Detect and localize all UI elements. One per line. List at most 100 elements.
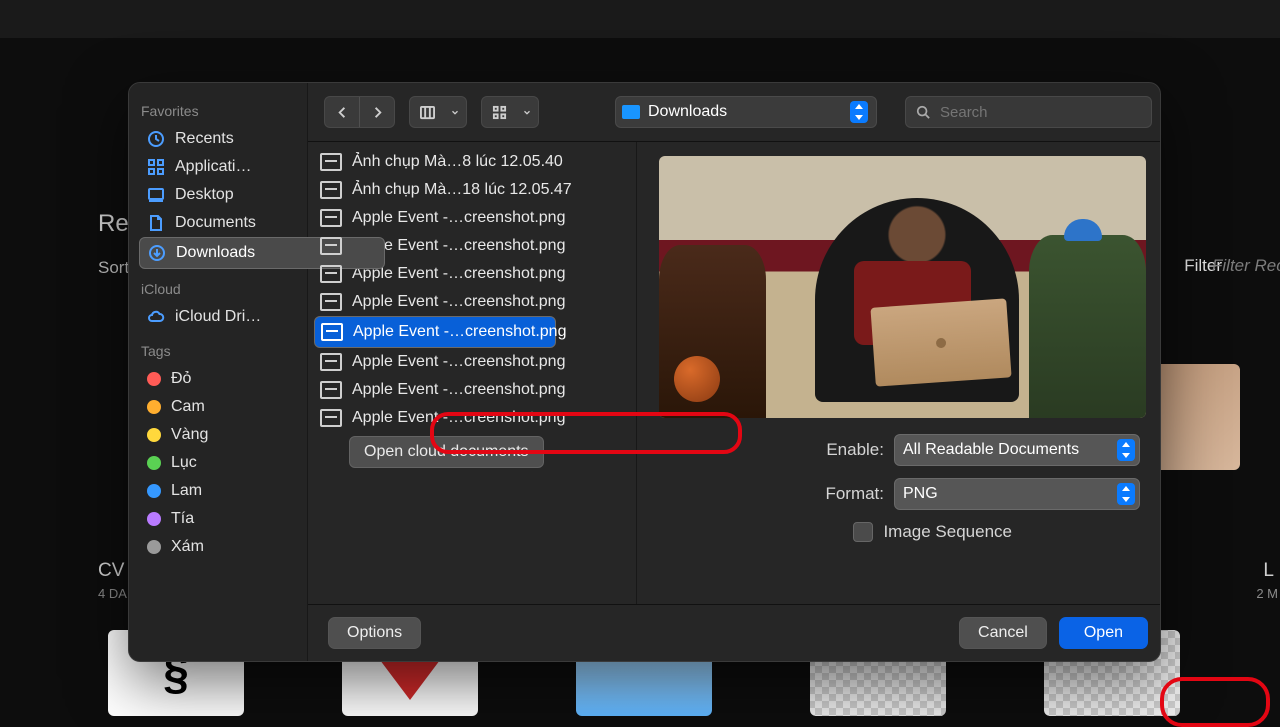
dialog-main: Downloads Ảnh chụp Mà…8 lúc 12.05.40Ảnh … (308, 83, 1161, 661)
doc-icon (147, 214, 165, 232)
options-button[interactable]: Options (328, 617, 421, 649)
image-file-icon (321, 323, 343, 341)
sidebar-item-label: Vàng (171, 426, 208, 444)
file-name: Apple Event -…creenshot.png (353, 323, 566, 341)
file-name: Ảnh chụp Mà…8 lúc 12.05.40 (352, 153, 563, 171)
image-file-icon (320, 237, 342, 255)
grid-icon[interactable] (482, 97, 516, 127)
sidebar-item-applicati-[interactable]: Applicati… (139, 153, 299, 181)
sidebar-item-label: Lam (171, 482, 202, 500)
file-row[interactable]: Apple Event -…creenshot.png (308, 376, 636, 404)
path-label: Downloads (648, 103, 727, 121)
sidebar-item-label: Documents (175, 214, 256, 232)
sidebar-head-favorites: Favorites (141, 103, 299, 119)
sidebar: Favorites Recents Applicati… Desktop Docume… (129, 83, 308, 661)
sidebar-item-label: Xám (171, 538, 204, 556)
tag-dot-icon (147, 400, 161, 414)
sidebar-item-label: Lục (171, 454, 197, 472)
tag-dot-icon (147, 428, 161, 442)
file-list[interactable]: Ảnh chụp Mà…8 lúc 12.05.40 Ảnh chụp Mà…18… (308, 142, 637, 604)
file-row[interactable]: Apple Event -…creenshot.png (308, 288, 636, 316)
sidebar-item-t-a[interactable]: Tía (139, 505, 299, 533)
stepper-icon (1117, 439, 1135, 461)
enable-label: Enable: (826, 440, 884, 460)
sidebar-item-lam[interactable]: Lam (139, 477, 299, 505)
sidebar-item-label: iCloud Dri… (175, 308, 261, 326)
clock-icon (147, 130, 165, 148)
sidebar-item-x-m[interactable]: Xám (139, 533, 299, 561)
file-row[interactable]: Apple Event -…creenshot.png (308, 404, 636, 432)
bg-filter-hint: Filter Rece (1212, 256, 1280, 276)
view-grid[interactable] (481, 96, 539, 128)
sidebar-item-label: Desktop (175, 186, 234, 204)
image-file-icon (320, 409, 342, 427)
enable-select[interactable]: All Readable Documents (894, 434, 1140, 466)
format-controls: Enable: All Readable Documents Format: P… (659, 434, 1146, 542)
format-value: PNG (903, 485, 938, 503)
columns-icon[interactable] (410, 97, 444, 127)
cancel-button[interactable]: Cancel (959, 617, 1047, 649)
file-name: Ảnh chụp Mà…18 lúc 12.05.47 (352, 181, 572, 199)
chevron-down-icon[interactable] (516, 97, 538, 127)
file-row[interactable]: Ảnh chụp Mà…18 lúc 12.05.47 (308, 176, 636, 204)
search-input[interactable] (938, 103, 1141, 122)
view-columns[interactable] (409, 96, 467, 128)
file-row[interactable]: Apple Event -…creenshot.png (314, 316, 556, 348)
bg-item1-sub: 4 DA (98, 586, 127, 601)
image-sequence-checkbox[interactable] (853, 522, 873, 542)
sidebar-head-icloud: iCloud (141, 281, 299, 297)
cloud-icon (147, 308, 165, 326)
file-name: Apple Event -…creenshot.png (352, 353, 565, 371)
file-row[interactable]: Apple Event -…creenshot.png (308, 348, 636, 376)
format-label: Format: (825, 484, 884, 504)
file-name: Apple Event -…creenshot.png (352, 381, 565, 399)
sidebar-item-l-c[interactable]: Lục (139, 449, 299, 477)
sidebar-item-label: Tía (171, 510, 194, 528)
image-file-icon (320, 265, 342, 283)
file-row[interactable]: Apple Event -…creenshot.png (308, 204, 636, 232)
tag-dot-icon (147, 540, 161, 554)
image-file-icon (320, 181, 342, 199)
tag-dot-icon (147, 372, 161, 386)
bg-item2-title: L (1263, 560, 1274, 582)
open-file-dialog: Favorites Recents Applicati… Desktop Docume… (128, 82, 1161, 662)
forward-button[interactable] (360, 97, 394, 127)
download-icon (148, 244, 166, 262)
dialog-footer: Options Cancel Open (308, 604, 1161, 661)
sidebar-item-v-ng[interactable]: Vàng (139, 421, 299, 449)
format-select[interactable]: PNG (894, 478, 1140, 510)
tag-dot-icon (147, 512, 161, 526)
nav-buttons (324, 96, 395, 128)
search-field[interactable] (905, 96, 1152, 128)
stepper-icon[interactable] (850, 101, 868, 123)
sidebar-item-label: Recents (175, 130, 234, 148)
open-button[interactable]: Open (1059, 617, 1148, 649)
sidebar-item-label: Applicati… (175, 158, 251, 176)
file-name: Apple Event -…creenshot.png (352, 265, 565, 283)
path-selector[interactable]: Downloads (615, 96, 877, 128)
image-sequence-label: Image Sequence (883, 522, 1012, 542)
folder-icon (622, 105, 640, 119)
file-name: Apple Event -…creenshot.png (352, 409, 565, 427)
open-cloud-button[interactable]: Open cloud documents (349, 436, 544, 468)
sidebar-item-cam[interactable]: Cam (139, 393, 299, 421)
sidebar-item-recents[interactable]: Recents (139, 125, 299, 153)
sidebar-item-documents[interactable]: Documents (139, 209, 299, 237)
file-row[interactable]: Ảnh chụp Mà…8 lúc 12.05.40 (308, 148, 636, 176)
preview-pane: Open cloud documents Enable: All Readabl… (637, 142, 1161, 604)
sidebar-item-desktop[interactable]: Desktop (139, 181, 299, 209)
sidebar-item-label: Đỏ (171, 370, 191, 388)
bg-item2-sub: 2 M (1256, 586, 1278, 601)
sidebar-item-label: Downloads (176, 244, 255, 262)
toolbar: Downloads (308, 83, 1161, 142)
image-file-icon (320, 353, 342, 371)
image-file-icon (320, 153, 342, 171)
image-file-icon (320, 293, 342, 311)
bg-sort: Sort (98, 258, 129, 278)
chevron-down-icon[interactable] (444, 97, 466, 127)
sidebar-item-downloads[interactable]: Downloads (139, 237, 385, 269)
sidebar-item--[interactable]: Đỏ (139, 365, 299, 393)
sidebar-item-icloud-dri-[interactable]: iCloud Dri… (139, 303, 299, 331)
bg-item1-title: CV (98, 560, 124, 582)
back-button[interactable] (325, 97, 359, 127)
